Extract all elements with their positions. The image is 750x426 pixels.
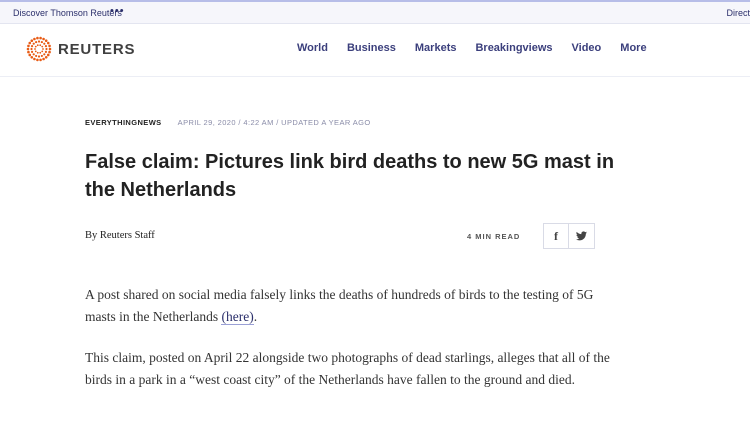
section-label[interactable]: EVERYTHINGNEWS <box>85 118 162 127</box>
reuters-logo[interactable]: REUTERS <box>26 36 135 62</box>
nav-item-breakingviews[interactable]: Breakingviews <box>475 42 552 54</box>
article-paragraph-1: A post shared on social media falsely li… <box>85 284 620 328</box>
article-paragraph-2: This claim, posted on April 22 alongside… <box>85 350 610 387</box>
paragraph-1-end: . <box>253 309 258 324</box>
nav-item-more[interactable]: More <box>620 42 646 54</box>
facebook-icon: f <box>554 228 558 243</box>
article-headline: False claim: Pictures link bird deaths t… <box>85 151 615 201</box>
top-utility-bar: Discover Thomson Reuters ••• Direct <box>0 0 750 24</box>
article-dateline: APRIL 29, 2020 / 4:22 AM / UPDATED A YEA… <box>177 118 371 127</box>
article-byline: By Reuters Staff <box>85 230 155 241</box>
primary-nav: World Business Markets Breakingviews Vid… <box>297 42 666 54</box>
directory-link[interactable]: Direct <box>726 8 750 18</box>
reuters-logo-icon <box>26 36 52 62</box>
nav-item-video[interactable]: Video <box>572 42 602 54</box>
reuters-wordmark: REUTERS <box>58 40 136 58</box>
twitter-share-button[interactable] <box>569 223 595 249</box>
read-time: 4 MIN READ <box>467 232 521 241</box>
nav-item-business[interactable]: Business <box>347 42 396 54</box>
twitter-icon <box>576 231 587 241</box>
nav-item-world[interactable]: World <box>297 42 328 54</box>
paragraph-1-text: A post shared on social media falsely li… <box>85 287 594 324</box>
here-link[interactable]: (here) <box>221 309 254 325</box>
more-dots-icon[interactable]: ••• <box>110 5 125 17</box>
discover-thomson-reuters-link[interactable]: Discover Thomson Reuters <box>13 8 122 18</box>
main-navbar: REUTERS World Business Markets Breakingv… <box>0 24 750 77</box>
facebook-share-button[interactable]: f <box>543 223 569 249</box>
article-meta: EVERYTHINGNEWS APRIL 29, 2020 / 4:22 AM … <box>85 118 371 127</box>
nav-item-markets[interactable]: Markets <box>415 42 457 54</box>
share-buttons: f <box>543 223 595 249</box>
